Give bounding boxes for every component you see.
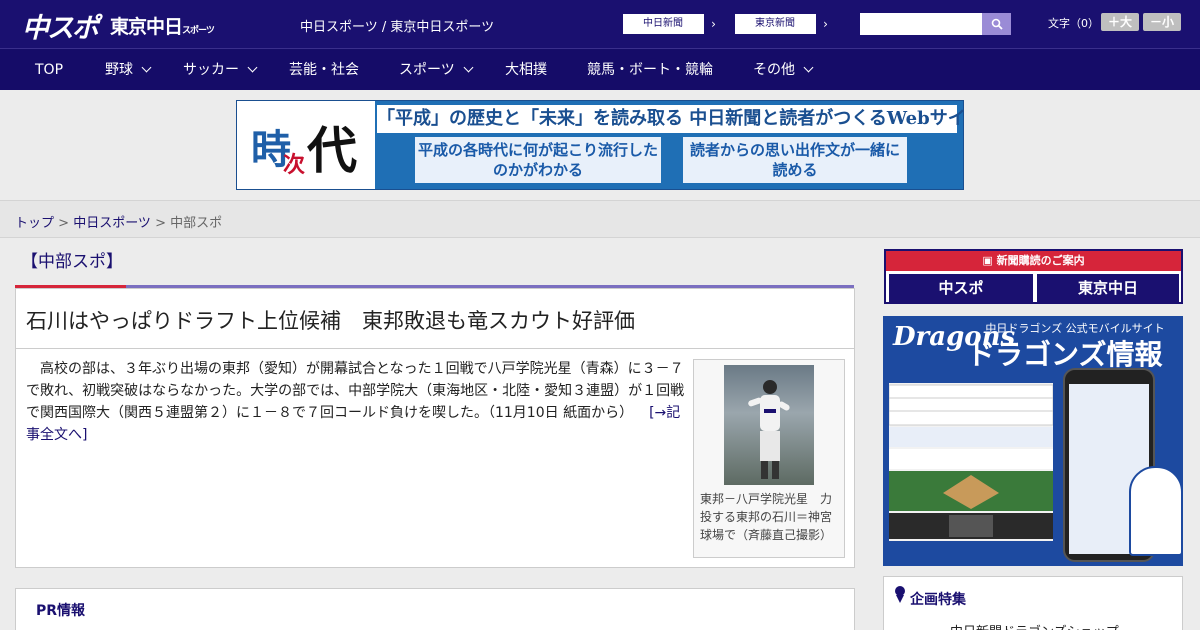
chunichi-shimbun-label: 中日新聞	[643, 18, 683, 29]
tokyo-chunichi-logo[interactable]: 東京中日スポーツ	[110, 12, 215, 39]
chevron-down-icon	[803, 62, 814, 73]
breadcrumb: トップ > 中日スポーツ > 中部スポ	[15, 212, 222, 231]
nav-item-sumo[interactable]: 大相撲	[505, 49, 547, 91]
tokyo-chunichi-logo-text: 東京中日	[110, 16, 183, 38]
subscription-header-label: 新聞購読のご案内	[996, 254, 1085, 267]
pitcher-photo[interactable]	[724, 365, 814, 485]
site-links[interactable]: 中日スポーツ / 東京中日スポーツ	[300, 16, 494, 35]
article-summary: 高校の部は、３年ぶり出場の東邦（愛知）が開幕試合となった１回戦で八戸学院光星（青…	[26, 361, 685, 421]
chevron-down-icon	[141, 62, 152, 73]
chevron-down-icon	[463, 62, 474, 73]
nav-label: TOP	[35, 62, 64, 78]
article-card: 石川はやっぱりドラフト上位候補 東邦敗退も竜スカウト好評価 高校の部は、３年ぶり…	[15, 288, 855, 568]
pitcher-figure	[748, 380, 790, 479]
nav-label: サッカー	[183, 62, 239, 78]
jidai-logo-ji2: 次	[283, 152, 306, 178]
search-button[interactable]	[982, 13, 1011, 35]
tokyo-chunichi-logo-sub: スポーツ	[182, 26, 215, 36]
banner-box-2: 読者からの思い出作文が一緒に読める	[683, 137, 907, 183]
article-divider	[16, 348, 854, 349]
subscribe-chunichi-sports-button[interactable]: 中スポ	[889, 274, 1033, 302]
dragons-ad-title: ドラゴンズ情報	[967, 338, 1163, 371]
section-title: 【中部スポ】	[15, 248, 126, 288]
jidai-logo: 時 次 代	[237, 101, 375, 189]
ribbon-icon	[895, 586, 905, 603]
font-larger-button[interactable]: ＋大	[1101, 13, 1139, 31]
article-photo-box: 東邦－八戸学院光星 力投する東邦の石川＝神宮球場で（斉藤直己撮影）	[693, 359, 845, 558]
nav-item-baseball[interactable]: 野球	[105, 49, 152, 91]
font-smaller-button[interactable]: －小	[1143, 13, 1181, 31]
breadcrumb-home[interactable]: トップ	[15, 216, 54, 231]
nav-item-top[interactable]: TOP	[35, 49, 63, 91]
nav-item-racing[interactable]: 競馬・ボート・競輪	[587, 49, 713, 91]
breadcrumb-section[interactable]: 中日スポーツ	[73, 216, 151, 231]
nav-label: 大相撲	[505, 62, 547, 78]
nav-item-soccer[interactable]: サッカー	[183, 49, 258, 91]
article-title[interactable]: 石川はやっぱりドラフト上位候補 東邦敗退も竜スカウト好評価	[26, 305, 635, 335]
tokyo-shimbun-button[interactable]: 東京新聞 ›	[734, 13, 836, 35]
breadcrumb-bar: トップ > 中日スポーツ > 中部スポ	[0, 200, 1200, 238]
breadcrumb-sep: >	[150, 216, 171, 231]
chunichi-shimbun-button[interactable]: 中日新聞 ›	[622, 13, 724, 35]
nav-item-entertainment[interactable]: 芸能・社会	[289, 49, 359, 91]
chevron-right-icon: ›	[815, 14, 835, 34]
subscription-header: ▣ 新聞購読のご案内	[886, 251, 1181, 271]
main-nav: TOP 野球 サッカー 芸能・社会 スポーツ 大相撲 競馬・ボート・競輪 その他	[0, 48, 1200, 90]
subscribe-tokyo-chunichi-button[interactable]: 東京中日	[1037, 274, 1179, 302]
chevron-right-icon: ›	[703, 14, 723, 34]
chevron-down-icon	[247, 62, 258, 73]
feature-title: 企画特集	[910, 592, 966, 608]
mascot-image	[1129, 466, 1183, 556]
nav-item-other[interactable]: その他	[753, 49, 814, 91]
breadcrumb-current: 中部スポ	[170, 216, 223, 231]
feature-box: 企画特集 中日新聞ドラゴンズショップ	[883, 576, 1183, 630]
chunichi-sports-logo[interactable]: 中スポ	[22, 6, 99, 45]
nav-item-sports[interactable]: スポーツ	[399, 49, 474, 91]
scoreboard-graphic	[888, 371, 1054, 561]
newspaper-icon: ▣	[982, 254, 997, 267]
heisei-jidai-banner[interactable]: 時 次 代 「平成」の歴史と「未来」を読み取る 中日新聞と読者がつくるWebサイ…	[236, 100, 964, 190]
pr-box: PR情報	[15, 588, 855, 630]
jidai-logo-dai: 代	[307, 121, 357, 180]
feature-item-dragons-shop[interactable]: 中日新聞ドラゴンズショップ	[950, 621, 1119, 630]
banner-headline: 「平成」の歴史と「未来」を読み取る 中日新聞と読者がつくるWebサイト	[377, 105, 963, 133]
tokyo-shimbun-label: 東京新聞	[755, 18, 795, 29]
font-size-label: 文字（0）	[1048, 17, 1099, 30]
banner-box-1: 平成の各時代に何が起こり流行したのかがわかる	[415, 137, 661, 183]
nav-label: その他	[753, 62, 795, 78]
header-bar: 中スポ 東京中日スポーツ 中日スポーツ / 東京中日スポーツ 中日新聞 › 東京…	[0, 0, 1200, 48]
breadcrumb-sep: >	[54, 216, 74, 231]
scoreboard-image	[888, 371, 1054, 561]
nav-label: 野球	[105, 62, 133, 78]
nav-label: 競馬・ボート・競輪	[587, 62, 713, 78]
nav-label: スポーツ	[399, 62, 455, 78]
photo-caption: 東邦－八戸学院光星 力投する東邦の石川＝神宮球場で（斉藤直己撮影）	[700, 492, 833, 542]
article-body: 高校の部は、３年ぶり出場の東邦（愛知）が開幕試合となった１回戦で八戸学院光星（青…	[26, 358, 686, 446]
dragons-mobile-ad[interactable]: Dragons 中日ドラゴンズ 公式モバイルサイト ドラゴンズ情報	[883, 316, 1183, 566]
search-input[interactable]	[860, 13, 982, 35]
pr-title: PR情報	[36, 603, 86, 619]
search-icon	[991, 18, 1003, 30]
nav-label: 芸能・社会	[289, 62, 359, 78]
subscription-box[interactable]: ▣ 新聞購読のご案内 中スポ 東京中日	[884, 249, 1183, 304]
